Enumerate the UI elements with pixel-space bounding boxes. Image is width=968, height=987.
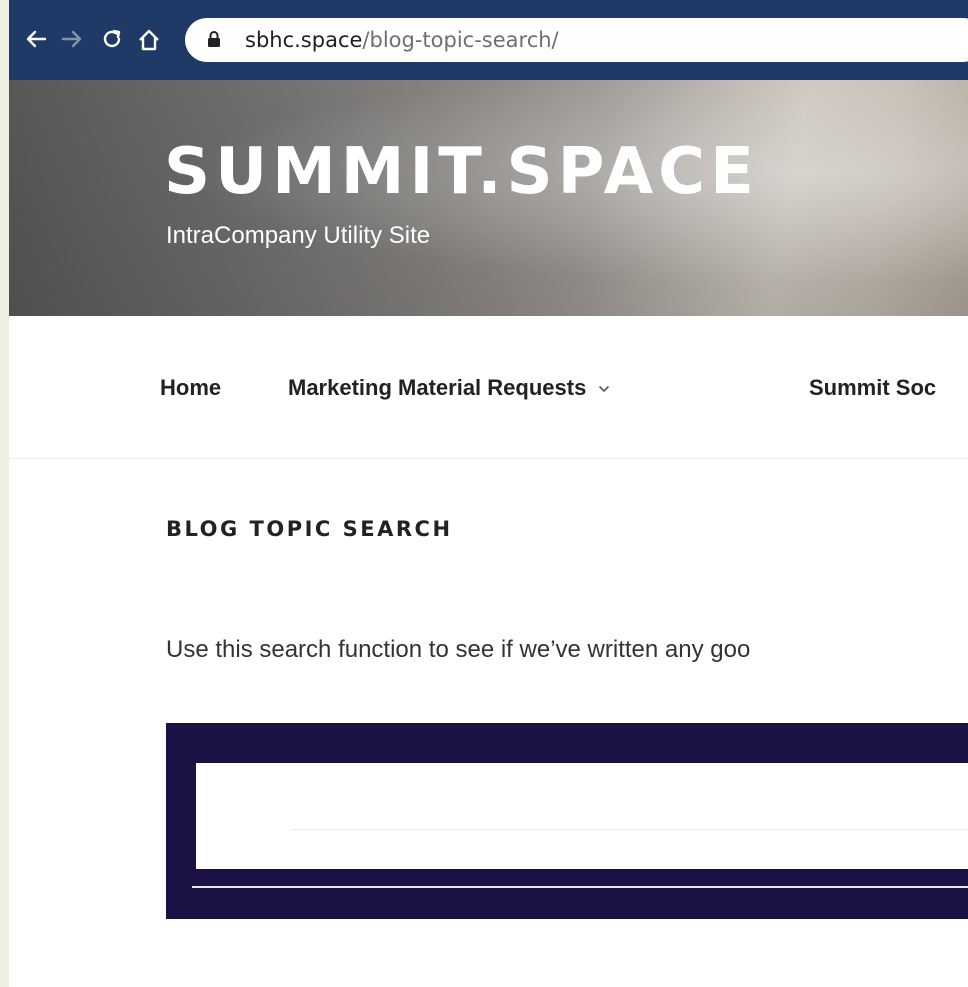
main-navigation: Home Marketing Material Requests Summit … bbox=[9, 316, 968, 459]
search-widget bbox=[166, 723, 968, 919]
reload-icon[interactable] bbox=[97, 22, 127, 58]
nav-item-marketing-material-requests[interactable]: Marketing Material Requests bbox=[288, 374, 610, 402]
url-host: sbhc.space bbox=[245, 28, 363, 52]
main-content: BLOG TOPIC SEARCH Use this search functi… bbox=[9, 459, 968, 987]
nav-item-home[interactable]: Home bbox=[160, 374, 221, 402]
site-title[interactable]: SUMMIT.SPACE bbox=[164, 132, 759, 212]
address-bar[interactable]: sbhc.space/blog-topic-search/ bbox=[185, 18, 968, 62]
nav-item-label: Marketing Material Requests bbox=[288, 375, 587, 400]
intro-text: Use this search function to see if we’ve… bbox=[166, 636, 751, 663]
search-input[interactable] bbox=[196, 763, 968, 869]
search-underline bbox=[192, 886, 968, 888]
screen: sbhc.space/blog-topic-search/ SUMMIT.SPA… bbox=[0, 0, 968, 987]
chevron-down-icon bbox=[599, 386, 610, 393]
search-input-divider bbox=[292, 829, 968, 830]
back-arrow-icon[interactable] bbox=[21, 22, 51, 58]
browser-toolbar: sbhc.space/blog-topic-search/ bbox=[9, 0, 968, 80]
lock-icon bbox=[208, 31, 220, 47]
nav-item-summit-soc[interactable]: Summit Soc bbox=[809, 374, 936, 402]
url-path: /blog-topic-search/ bbox=[362, 28, 559, 52]
site-tagline: IntraCompany Utility Site bbox=[166, 222, 431, 249]
left-margin-strip bbox=[0, 0, 9, 987]
site-header: SUMMIT.SPACE IntraCompany Utility Site bbox=[9, 80, 968, 316]
home-icon[interactable] bbox=[134, 22, 164, 58]
page-title: BLOG TOPIC SEARCH bbox=[166, 517, 453, 541]
forward-arrow-icon[interactable] bbox=[57, 22, 87, 58]
url-text[interactable]: sbhc.space/blog-topic-search/ bbox=[245, 29, 559, 51]
